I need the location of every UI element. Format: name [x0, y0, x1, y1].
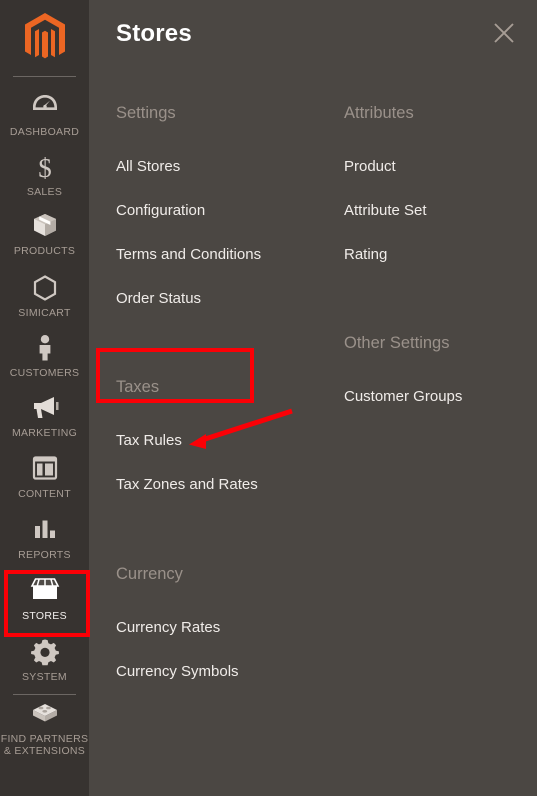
magento-logo-icon	[24, 13, 65, 59]
sidebar-item-sales[interactable]: $ SALES	[0, 153, 89, 198]
sidebar-item-customers[interactable]: CUSTOMERS	[0, 334, 89, 379]
stores-menu-panel: Stores Settings All Stores Configuration…	[89, 0, 537, 796]
menu-link-customer-groups[interactable]: Customer Groups	[344, 388, 462, 405]
menu-link-product[interactable]: Product	[344, 158, 396, 175]
sidebar-item-dashboard[interactable]: DASHBOARD	[0, 93, 89, 138]
reports-bars-icon	[0, 516, 89, 546]
menu-link-order-status[interactable]: Order Status	[116, 290, 201, 307]
system-gear-icon	[0, 638, 89, 668]
sidebar-item-label: REPORTS	[18, 549, 71, 561]
sidebar-item-find-partners-extensions[interactable]: FIND PARTNERS & EXTENSIONS	[0, 700, 89, 757]
sidebar-item-label-line1: FIND PARTNERS	[0, 733, 89, 745]
dashboard-icon	[0, 93, 89, 123]
stores-shop-icon	[0, 577, 89, 607]
menu-link-currency-symbols[interactable]: Currency Symbols	[116, 663, 239, 680]
group-title-taxes: Taxes	[116, 378, 160, 396]
sidebar-item-content[interactable]: CONTENT	[0, 455, 89, 500]
sidebar-item-label: PRODUCTS	[13, 245, 76, 257]
sidebar-divider-top	[13, 76, 76, 77]
group-title-attributes: Attributes	[344, 104, 414, 122]
sidebar-item-label: CONTENT	[18, 488, 71, 500]
group-title-settings: Settings	[116, 104, 176, 122]
sales-dollar-icon: $	[0, 153, 89, 183]
sidebar-item-label: MARKETING	[11, 427, 78, 439]
sidebar-item-simicart[interactable]: SIMICART	[0, 274, 89, 319]
sidebar-item-label: STORES	[22, 610, 67, 622]
sidebar-item-marketing[interactable]: MARKETING	[0, 394, 89, 439]
sidebar-item-label: SYSTEM	[22, 671, 67, 683]
sidebar-item-label: CUSTOMERS	[9, 367, 80, 379]
group-title-currency: Currency	[116, 565, 183, 583]
menu-link-tax-rules[interactable]: Tax Rules	[116, 432, 182, 449]
svg-text:$: $	[38, 153, 52, 181]
sidebar-item-label: DASHBOARD	[9, 126, 80, 138]
magento-logo[interactable]	[0, 6, 89, 70]
menu-link-tax-zones-and-rates[interactable]: Tax Zones and Rates	[116, 476, 258, 493]
menu-link-terms-and-conditions[interactable]: Terms and Conditions	[116, 246, 261, 263]
products-box-icon	[0, 212, 89, 242]
extensions-brick-icon	[0, 700, 89, 730]
customers-person-icon	[0, 334, 89, 364]
sidebar-item-stores[interactable]: STORES	[0, 577, 89, 622]
content-layout-icon	[0, 455, 89, 485]
simicart-hexagon-icon	[0, 274, 89, 304]
menu-link-all-stores[interactable]: All Stores	[116, 158, 180, 175]
sidebar-item-system[interactable]: SYSTEM	[0, 638, 89, 683]
sidebar-item-products[interactable]: PRODUCTS	[0, 212, 89, 257]
menu-link-rating[interactable]: Rating	[344, 246, 387, 263]
marketing-megaphone-icon	[0, 394, 89, 424]
sidebar-item-label: SALES	[26, 186, 63, 198]
menu-link-attribute-set[interactable]: Attribute Set	[344, 202, 427, 219]
sidebar-divider-bottom	[13, 694, 76, 695]
sidebar-item-label-line2: & EXTENSIONS	[3, 745, 86, 757]
close-icon[interactable]	[487, 16, 521, 50]
menu-link-configuration[interactable]: Configuration	[116, 202, 205, 219]
menu-link-currency-rates[interactable]: Currency Rates	[116, 619, 220, 636]
admin-sidebar: DASHBOARD $ SALES PRODUCTS SIMICART CUST…	[0, 0, 89, 796]
group-title-other-settings: Other Settings	[344, 334, 450, 352]
sidebar-item-reports[interactable]: REPORTS	[0, 516, 89, 561]
sidebar-item-label: SIMICART	[18, 307, 71, 319]
page-title: Stores	[116, 20, 192, 47]
